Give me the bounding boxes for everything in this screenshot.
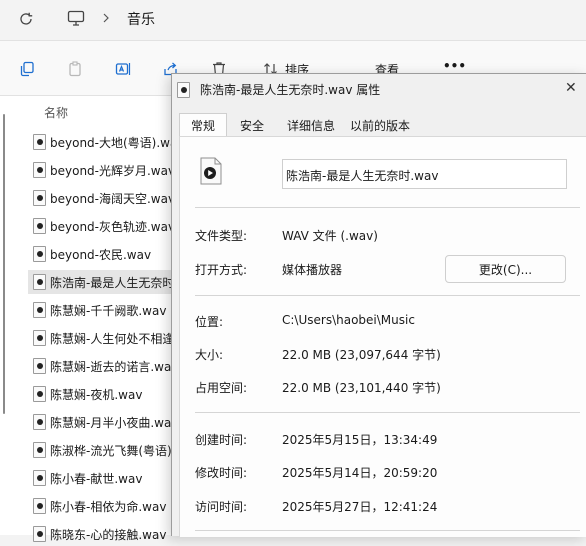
- location-label: 位置:: [195, 315, 224, 329]
- list-item[interactable]: beyond-农民.wav: [28, 242, 188, 266]
- file-name: beyond-大地(粤语).wav: [50, 135, 185, 150]
- tab-previous-versions[interactable]: 以前的版本: [346, 115, 414, 135]
- file-name: 陈淑桦-流光飞舞(粤语): [50, 443, 172, 458]
- wav-file-icon: [33, 386, 46, 402]
- wav-file-icon: [33, 470, 46, 486]
- properties-dialog: 陈浩南-最是人生无奈时.wav 属性 ✕ 常规 安全 详细信息 以前的版本 陈浩…: [171, 73, 586, 537]
- wav-file-icon: [33, 302, 46, 318]
- wav-file-icon: [33, 190, 46, 206]
- file-name: beyond-海阔天空.wav: [50, 191, 176, 206]
- wav-file-icon: [33, 218, 46, 234]
- computer-icon[interactable]: [66, 8, 86, 28]
- opens-with-value: 媒体播放器: [282, 263, 343, 277]
- list-item[interactable]: 陈慧娴-月半小夜曲.wav: [28, 410, 188, 434]
- tab-general[interactable]: 常规: [179, 113, 227, 137]
- size-on-disk-value: 22.0 MB (23,101,440 字节): [282, 381, 441, 395]
- size-on-disk-label: 占用空间:: [195, 381, 248, 395]
- general-tab-panel: 陈浩南-最是人生无奈时.wav 文件类型: WAV 文件 (.wav) 打开方式…: [179, 136, 586, 537]
- file-name: 陈浩南-最是人生无奈时: [50, 275, 175, 290]
- dialog-title: 陈浩南-最是人生无奈时.wav 属性: [200, 83, 381, 97]
- list-item[interactable]: 陈浩南-最是人生无奈时: [28, 270, 188, 294]
- wav-file-icon: [33, 526, 46, 542]
- tab-strip: 常规 安全 详细信息 以前的版本: [179, 113, 586, 137]
- list-item[interactable]: 陈小春-相依为命.wav: [28, 494, 188, 518]
- wav-file-icon: [177, 82, 190, 98]
- modified-value: 2025年5月14日，20:59:20: [282, 466, 438, 480]
- scrollbar[interactable]: [3, 114, 5, 414]
- breadcrumb-music[interactable]: 音乐: [127, 9, 155, 29]
- filename-value: 陈浩南-最是人生无奈时.wav: [286, 169, 439, 183]
- file-name: 陈慧娴-逝去的诺言.wav: [50, 359, 179, 374]
- file-name: 陈小春-相依为命.wav: [50, 499, 167, 514]
- wav-file-icon: [33, 330, 46, 346]
- rename-icon[interactable]: [110, 56, 136, 82]
- modified-label: 修改时间:: [195, 466, 248, 480]
- accessed-label: 访问时间:: [195, 500, 248, 514]
- list-item[interactable]: beyond-光辉岁月.wav: [28, 158, 188, 182]
- file-name: 陈慧娴-夜机.wav: [50, 387, 143, 402]
- wav-file-icon: [33, 498, 46, 514]
- tab-security[interactable]: 安全: [232, 115, 272, 135]
- more-options-button[interactable]: •••: [443, 59, 466, 73]
- wav-file-icon: [33, 274, 46, 290]
- size-value: 22.0 MB (23,097,644 字节): [282, 348, 441, 362]
- created-value: 2025年5月15日，13:34:49: [282, 433, 438, 447]
- list-item[interactable]: 陈慧娴-夜机.wav: [28, 382, 188, 406]
- file-type-label: 文件类型:: [195, 229, 248, 243]
- close-icon[interactable]: ✕: [565, 80, 577, 96]
- wav-file-icon: [33, 246, 46, 262]
- accessed-value: 2025年5月27日，12:41:24: [282, 500, 438, 514]
- change-button[interactable]: 更改(C)...: [445, 255, 566, 283]
- list-item[interactable]: beyond-海阔天空.wav: [28, 186, 188, 210]
- column-header-name[interactable]: 名称: [44, 104, 68, 121]
- location-value: C:\Users\haobei\Music: [282, 313, 415, 327]
- wav-file-icon: [33, 442, 46, 458]
- size-label: 大小:: [195, 348, 224, 362]
- list-item[interactable]: 陈晓东-心的接触.wav: [28, 522, 188, 546]
- refresh-icon[interactable]: [16, 9, 36, 29]
- list-item[interactable]: beyond-大地(粤语).wav: [28, 130, 188, 154]
- file-name: beyond-光辉岁月.wav: [50, 163, 176, 178]
- list-item[interactable]: 陈慧娴-千千阙歌.wav: [28, 298, 188, 322]
- created-label: 创建时间:: [195, 433, 248, 447]
- list-item[interactable]: beyond-灰色轨迹.wav: [28, 214, 188, 238]
- tab-details[interactable]: 详细信息: [282, 115, 340, 135]
- media-file-icon: [200, 157, 222, 185]
- list-item[interactable]: 陈小春-献世.wav: [28, 466, 188, 490]
- file-name: 陈晓东-心的接触.wav: [50, 527, 167, 542]
- list-item[interactable]: 陈淑桦-流光飞舞(粤语): [28, 438, 188, 462]
- file-type-value: WAV 文件 (.wav): [282, 229, 378, 243]
- divider: [195, 295, 580, 296]
- wav-file-icon: [33, 414, 46, 430]
- copy-icon[interactable]: [14, 56, 40, 82]
- file-name: beyond-灰色轨迹.wav: [50, 219, 176, 234]
- address-bar: 音乐: [0, 0, 586, 41]
- divider: [195, 207, 580, 208]
- file-name: 陈慧娴-人生何处不相逢: [50, 331, 175, 346]
- paste-icon[interactable]: [62, 56, 88, 82]
- file-name: beyond-农民.wav: [50, 247, 152, 262]
- chevron-right-icon[interactable]: [100, 11, 112, 25]
- list-item[interactable]: 陈慧娴-人生何处不相逢: [28, 326, 188, 350]
- list-item[interactable]: 陈慧娴-逝去的诺言.wav: [28, 354, 188, 378]
- divider: [195, 412, 580, 413]
- wav-file-icon: [33, 358, 46, 374]
- file-name: 陈慧娴-千千阙歌.wav: [50, 303, 167, 318]
- opens-with-label: 打开方式:: [195, 263, 248, 277]
- divider: [195, 530, 580, 531]
- filename-field[interactable]: 陈浩南-最是人生无奈时.wav: [282, 159, 567, 189]
- file-name: 陈小春-献世.wav: [50, 471, 143, 486]
- wav-file-icon: [33, 162, 46, 178]
- file-name: 陈慧娴-月半小夜曲.wav: [50, 415, 179, 430]
- wav-file-icon: [33, 134, 46, 150]
